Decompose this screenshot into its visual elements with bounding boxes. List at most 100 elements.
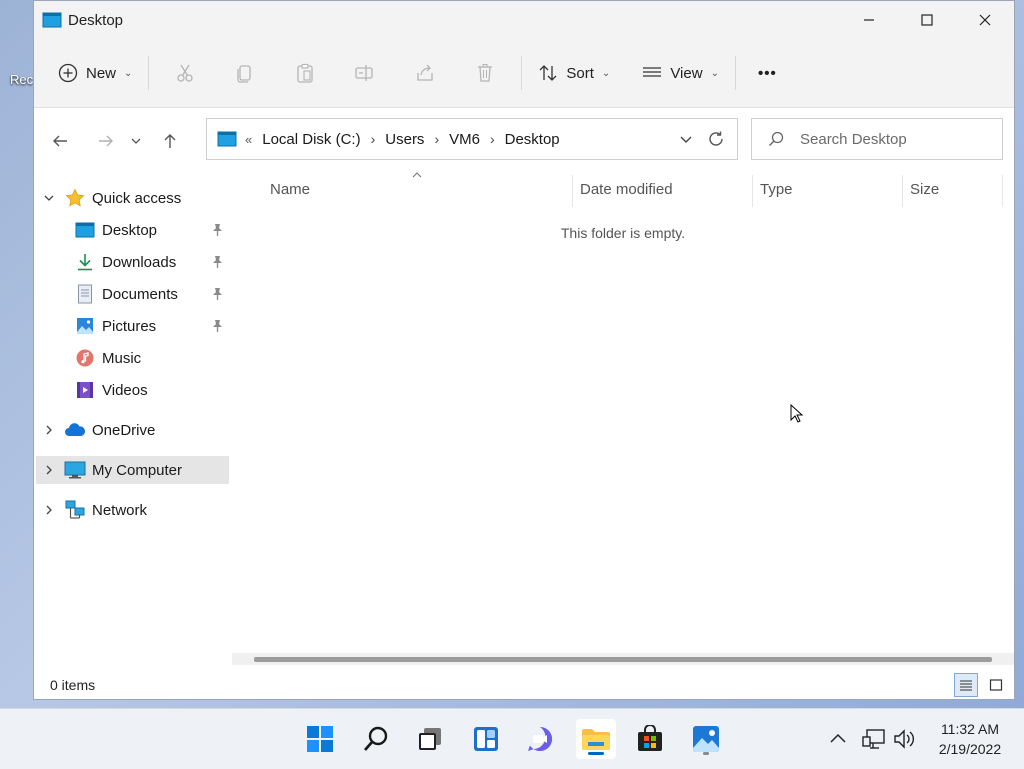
up-button[interactable] (151, 122, 189, 160)
task-view-icon (419, 728, 441, 750)
breadcrumb-vm6[interactable]: VM6 (449, 131, 480, 148)
new-label: New (86, 64, 117, 82)
show-hidden-icons-button[interactable] (828, 709, 848, 769)
nav-item-music[interactable]: Music (74, 344, 141, 372)
chevron-up-icon (830, 733, 846, 743)
plus-circle-icon (58, 63, 78, 83)
nav-item-desktop[interactable]: Desktop (74, 216, 157, 244)
chevron-right-icon[interactable] (41, 422, 57, 438)
maximize-button[interactable] (898, 1, 956, 39)
breadcrumb-overflow[interactable]: « (245, 132, 252, 147)
store-button[interactable] (630, 719, 670, 759)
minimize-icon (864, 19, 874, 21)
photos-icon (693, 726, 719, 752)
copy-icon (237, 65, 252, 83)
file-explorer-window: Desktop New ⌄ Sort ⌄ View ⌄ ••• « Local … (33, 0, 1015, 700)
file-list-area[interactable]: Name Date modified Type Size This folder… (232, 171, 1014, 651)
address-history-dropdown[interactable] (679, 132, 693, 146)
breadcrumb-separator[interactable]: › (434, 131, 439, 147)
large-icons-view-icon (989, 679, 1003, 691)
nav-item-documents[interactable]: Documents (74, 280, 178, 308)
status-bar: 0 items (34, 668, 1014, 700)
recent-locations-button[interactable] (125, 122, 147, 160)
horizontal-scrollbar[interactable] (232, 653, 1014, 665)
breadcrumb-separator[interactable]: › (490, 131, 495, 147)
details-view-button[interactable] (954, 673, 978, 697)
chevron-down-icon: ⌄ (710, 67, 719, 79)
nav-item-pictures[interactable]: Pictures (74, 312, 156, 340)
copy-button[interactable] (215, 53, 275, 93)
speaker-icon (894, 729, 914, 749)
column-header-name[interactable]: Name (270, 181, 310, 198)
nav-item-quick-access[interactable]: Quick access (64, 184, 181, 212)
delete-button[interactable] (455, 53, 515, 93)
address-bar[interactable]: « Local Disk (C:) › Users › VM6 › Deskto… (206, 118, 738, 160)
chevron-right-icon[interactable] (41, 462, 57, 478)
large-icons-view-button[interactable] (984, 673, 1008, 697)
share-icon (417, 64, 434, 81)
start-button[interactable] (300, 719, 340, 759)
breadcrumb-separator[interactable]: › (371, 131, 376, 147)
widgets-button[interactable] (466, 719, 506, 759)
search-button[interactable] (356, 719, 396, 759)
sort-button[interactable]: Sort ⌄ (528, 53, 620, 93)
details-view-icon (960, 680, 972, 691)
arrow-left-icon (53, 135, 67, 147)
nav-item-onedrive[interactable]: OneDrive (64, 416, 155, 444)
nav-item-videos[interactable]: Videos (74, 376, 148, 404)
chevron-down-icon (131, 138, 141, 144)
paste-button[interactable] (275, 53, 335, 93)
arrow-up-icon (164, 134, 176, 148)
rename-button[interactable] (335, 53, 395, 93)
empty-folder-message: This folder is empty. (560, 225, 686, 241)
desktop-recycle-bin-label[interactable]: Rec (10, 72, 33, 87)
toolbar-divider (521, 56, 523, 90)
column-divider[interactable] (752, 175, 753, 207)
nav-label-videos: Videos (102, 381, 148, 399)
column-divider[interactable] (572, 175, 573, 207)
view-label: View (670, 64, 703, 82)
share-button[interactable] (395, 53, 455, 93)
pin-icon (213, 288, 222, 300)
forward-button[interactable] (87, 122, 125, 160)
search-input[interactable]: Search Desktop (751, 118, 1003, 160)
chevron-down-icon: ⌄ (601, 67, 611, 79)
back-button[interactable] (41, 122, 79, 160)
cut-button[interactable] (155, 53, 215, 93)
clock[interactable]: 11:32 AM 2/19/2022 (924, 719, 1016, 759)
column-header-size[interactable]: Size (910, 181, 939, 198)
column-divider[interactable] (902, 175, 903, 207)
photos-button[interactable] (686, 719, 726, 759)
view-button[interactable]: View ⌄ (632, 53, 729, 93)
breadcrumb-local-disk[interactable]: Local Disk (C:) (262, 131, 360, 148)
refresh-icon (709, 131, 723, 146)
nav-item-my-computer[interactable]: My Computer (64, 456, 182, 484)
chevron-right-icon[interactable] (41, 502, 57, 518)
refresh-button[interactable] (707, 130, 725, 148)
new-button[interactable]: New ⌄ (48, 53, 142, 93)
volume-button[interactable] (893, 709, 917, 769)
chevron-down-icon[interactable] (41, 190, 57, 206)
breadcrumb-desktop[interactable]: Desktop (505, 131, 560, 148)
view-lines-icon (643, 67, 662, 77)
file-explorer-taskbar-button[interactable] (576, 719, 616, 759)
breadcrumb-users[interactable]: Users (385, 131, 424, 148)
column-divider[interactable] (1002, 175, 1003, 207)
minimize-button[interactable] (840, 1, 898, 39)
close-button[interactable] (956, 1, 1014, 39)
nav-item-network[interactable]: Network (64, 496, 147, 524)
column-header-date-modified[interactable]: Date modified (580, 181, 673, 198)
more-options-button[interactable]: ••• (748, 53, 787, 93)
nav-label-network: Network (92, 501, 148, 519)
nav-item-downloads[interactable]: Downloads (74, 248, 176, 276)
task-view-button[interactable] (410, 719, 450, 759)
mouse-cursor-icon (790, 404, 804, 423)
scrollbar-thumb[interactable] (254, 657, 992, 662)
column-header-type[interactable]: Type (760, 181, 793, 198)
maximize-icon (921, 14, 933, 26)
chat-button[interactable] (520, 719, 560, 759)
network-status-button[interactable] (862, 709, 886, 769)
breadcrumb: Local Disk (C:) › Users › VM6 › Desktop (262, 131, 559, 148)
desktop-folder-icon (42, 12, 62, 28)
search-icon (363, 726, 388, 751)
